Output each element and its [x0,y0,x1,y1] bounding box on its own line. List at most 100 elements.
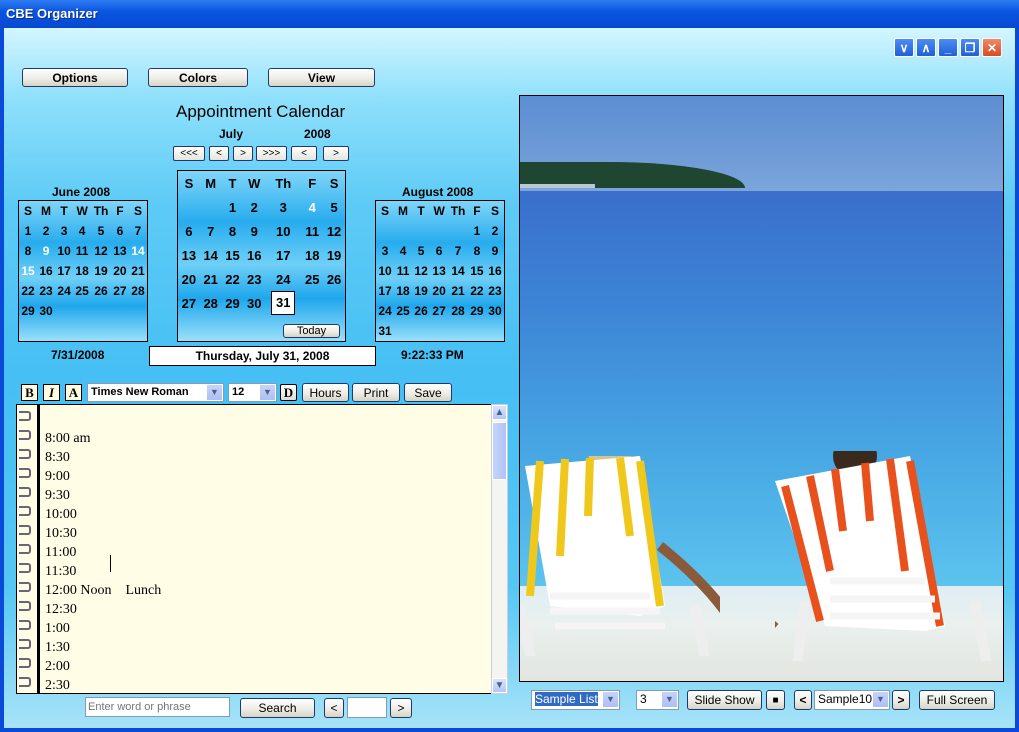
day-cell[interactable]: 10 [376,261,394,281]
today-button[interactable]: Today [283,324,340,338]
day-cell[interactable]: 12 [412,261,430,281]
day-cell[interactable]: 28 [448,301,468,321]
day-cell[interactable]: 3 [376,241,394,261]
slide-show-button[interactable]: Slide Show [687,690,762,710]
day-cell[interactable]: 19 [91,261,111,281]
day-cell[interactable]: 6 [178,219,200,243]
day-cell[interactable]: 15 [19,261,37,281]
day-cell[interactable]: 12 [323,219,345,243]
day-cell[interactable]: 15 [222,243,244,267]
appointment-line[interactable]: 10:30 [45,524,161,543]
next-month-button[interactable]: > [233,146,253,161]
options-button[interactable]: Options [22,68,128,87]
search-result-field[interactable] [347,697,387,718]
chevron-down-icon[interactable]: ▼ [662,692,677,707]
appointment-line[interactable]: 2:30 [45,676,161,695]
font-select[interactable]: Times New Roman ▼ [87,383,224,402]
search-prev-button[interactable]: < [324,698,344,718]
scroll-down-icon[interactable]: ▼ [492,678,507,693]
day-cell[interactable]: 11 [394,261,412,281]
day-cell[interactable]: 14 [448,261,468,281]
chevron-down-icon[interactable]: ▼ [207,385,222,400]
chevron-down-icon[interactable]: ▼ [873,692,888,707]
day-cell[interactable]: 24 [55,281,73,301]
day-cell[interactable]: 30 [243,291,265,315]
day-cell[interactable]: 19 [323,243,345,267]
search-button[interactable]: Search [240,698,315,718]
day-cell[interactable]: 17 [265,243,301,267]
day-cell[interactable]: 5 [412,241,430,261]
day-cell[interactable]: 4 [394,241,412,261]
day-cell[interactable]: 25 [394,301,412,321]
close-icon[interactable]: ✕ [982,38,1002,57]
day-cell[interactable]: 23 [243,267,265,291]
appointment-line[interactable]: 8:00 am [45,429,161,448]
day-cell[interactable]: 25 [301,267,323,291]
day-cell[interactable]: 16 [486,261,504,281]
day-cell[interactable]: 28 [200,291,222,315]
day-cell[interactable]: 10 [55,241,73,261]
chevron-down-icon[interactable]: ∨ [894,38,914,57]
day-cell[interactable]: 4 [301,195,323,219]
day-cell[interactable]: 14 [200,243,222,267]
appointment-line[interactable]: 12:00 Noon Lunch [45,581,161,600]
day-cell[interactable]: 29 [222,291,244,315]
title-bar[interactable]: CBE Organizer [0,0,1019,28]
appointment-line[interactable]: 11:30 [45,562,161,581]
day-cell[interactable]: 1 [19,221,37,241]
appointment-line[interactable]: 9:30 [45,486,161,505]
day-cell[interactable]: 23 [37,281,55,301]
prev-far-button[interactable]: <<< [173,146,205,161]
day-cell[interactable]: 8 [468,241,486,261]
day-cell[interactable]: 20 [178,267,200,291]
day-cell[interactable]: 22 [468,281,486,301]
day-cell[interactable]: 18 [301,243,323,267]
chevron-down-icon[interactable]: ▼ [260,385,275,400]
default-format-button[interactable]: D [280,384,297,401]
day-cell[interactable]: 12 [91,241,111,261]
day-cell[interactable]: 3 [265,195,301,219]
day-cell[interactable]: 25 [73,281,91,301]
day-cell[interactable]: 6 [111,221,129,241]
day-cell[interactable]: 28 [129,281,147,301]
day-cell[interactable]: 21 [448,281,468,301]
day-cell[interactable]: 15 [468,261,486,281]
day-cell[interactable]: 22 [19,281,37,301]
day-cell[interactable]: 11 [301,219,323,243]
day-cell[interactable]: 18 [394,281,412,301]
sample-list-select[interactable]: Sample List ▼ [531,690,620,710]
appointment-line[interactable]: 10:00 [45,505,161,524]
day-cell[interactable]: 4 [73,221,91,241]
day-cell[interactable]: 13 [178,243,200,267]
appointment-lines[interactable]: 8:00 am 8:30 9:00 9:30 10:00 10:30 11:00 11:30 1… [45,410,161,695]
day-cell[interactable]: 8 [19,241,37,261]
day-cell[interactable]: 2 [243,195,265,219]
day-cell[interactable]: 26 [412,301,430,321]
chevron-down-icon[interactable]: ▼ [603,692,618,707]
day-cell[interactable]: 30 [486,301,504,321]
search-input[interactable] [85,697,230,717]
day-cell[interactable]: 21 [200,267,222,291]
day-cell[interactable]: 7 [200,219,222,243]
hours-button[interactable]: Hours [302,383,349,402]
day-cell[interactable]: 3 [55,221,73,241]
appointment-line[interactable]: 8:30 [45,448,161,467]
day-cell[interactable]: 9 [37,241,55,261]
interval-select[interactable]: 3 ▼ [636,690,679,710]
size-select[interactable]: 12 ▼ [228,383,277,402]
day-cell[interactable]: 17 [55,261,73,281]
day-cell[interactable]: 11 [73,241,91,261]
day-cell[interactable]: 8 [222,219,244,243]
day-cell[interactable]: 10 [265,219,301,243]
appointment-editor[interactable]: 8:00 am 8:30 9:00 9:30 10:00 10:30 11:00 11:30 1… [16,404,492,694]
day-cell[interactable]: 23 [486,281,504,301]
day-cell[interactable]: 24 [376,301,394,321]
day-cell[interactable]: 27 [178,291,200,315]
restore-icon[interactable]: ❐ [960,38,980,57]
day-cell[interactable]: 18 [73,261,91,281]
appointment-line[interactable]: 1:00 [45,619,161,638]
prev-year-button[interactable]: < [291,146,317,161]
day-cell[interactable]: 9 [243,219,265,243]
day-cell[interactable]: 22 [222,267,244,291]
editor-scrollbar[interactable]: ▲ ▼ [491,404,508,694]
